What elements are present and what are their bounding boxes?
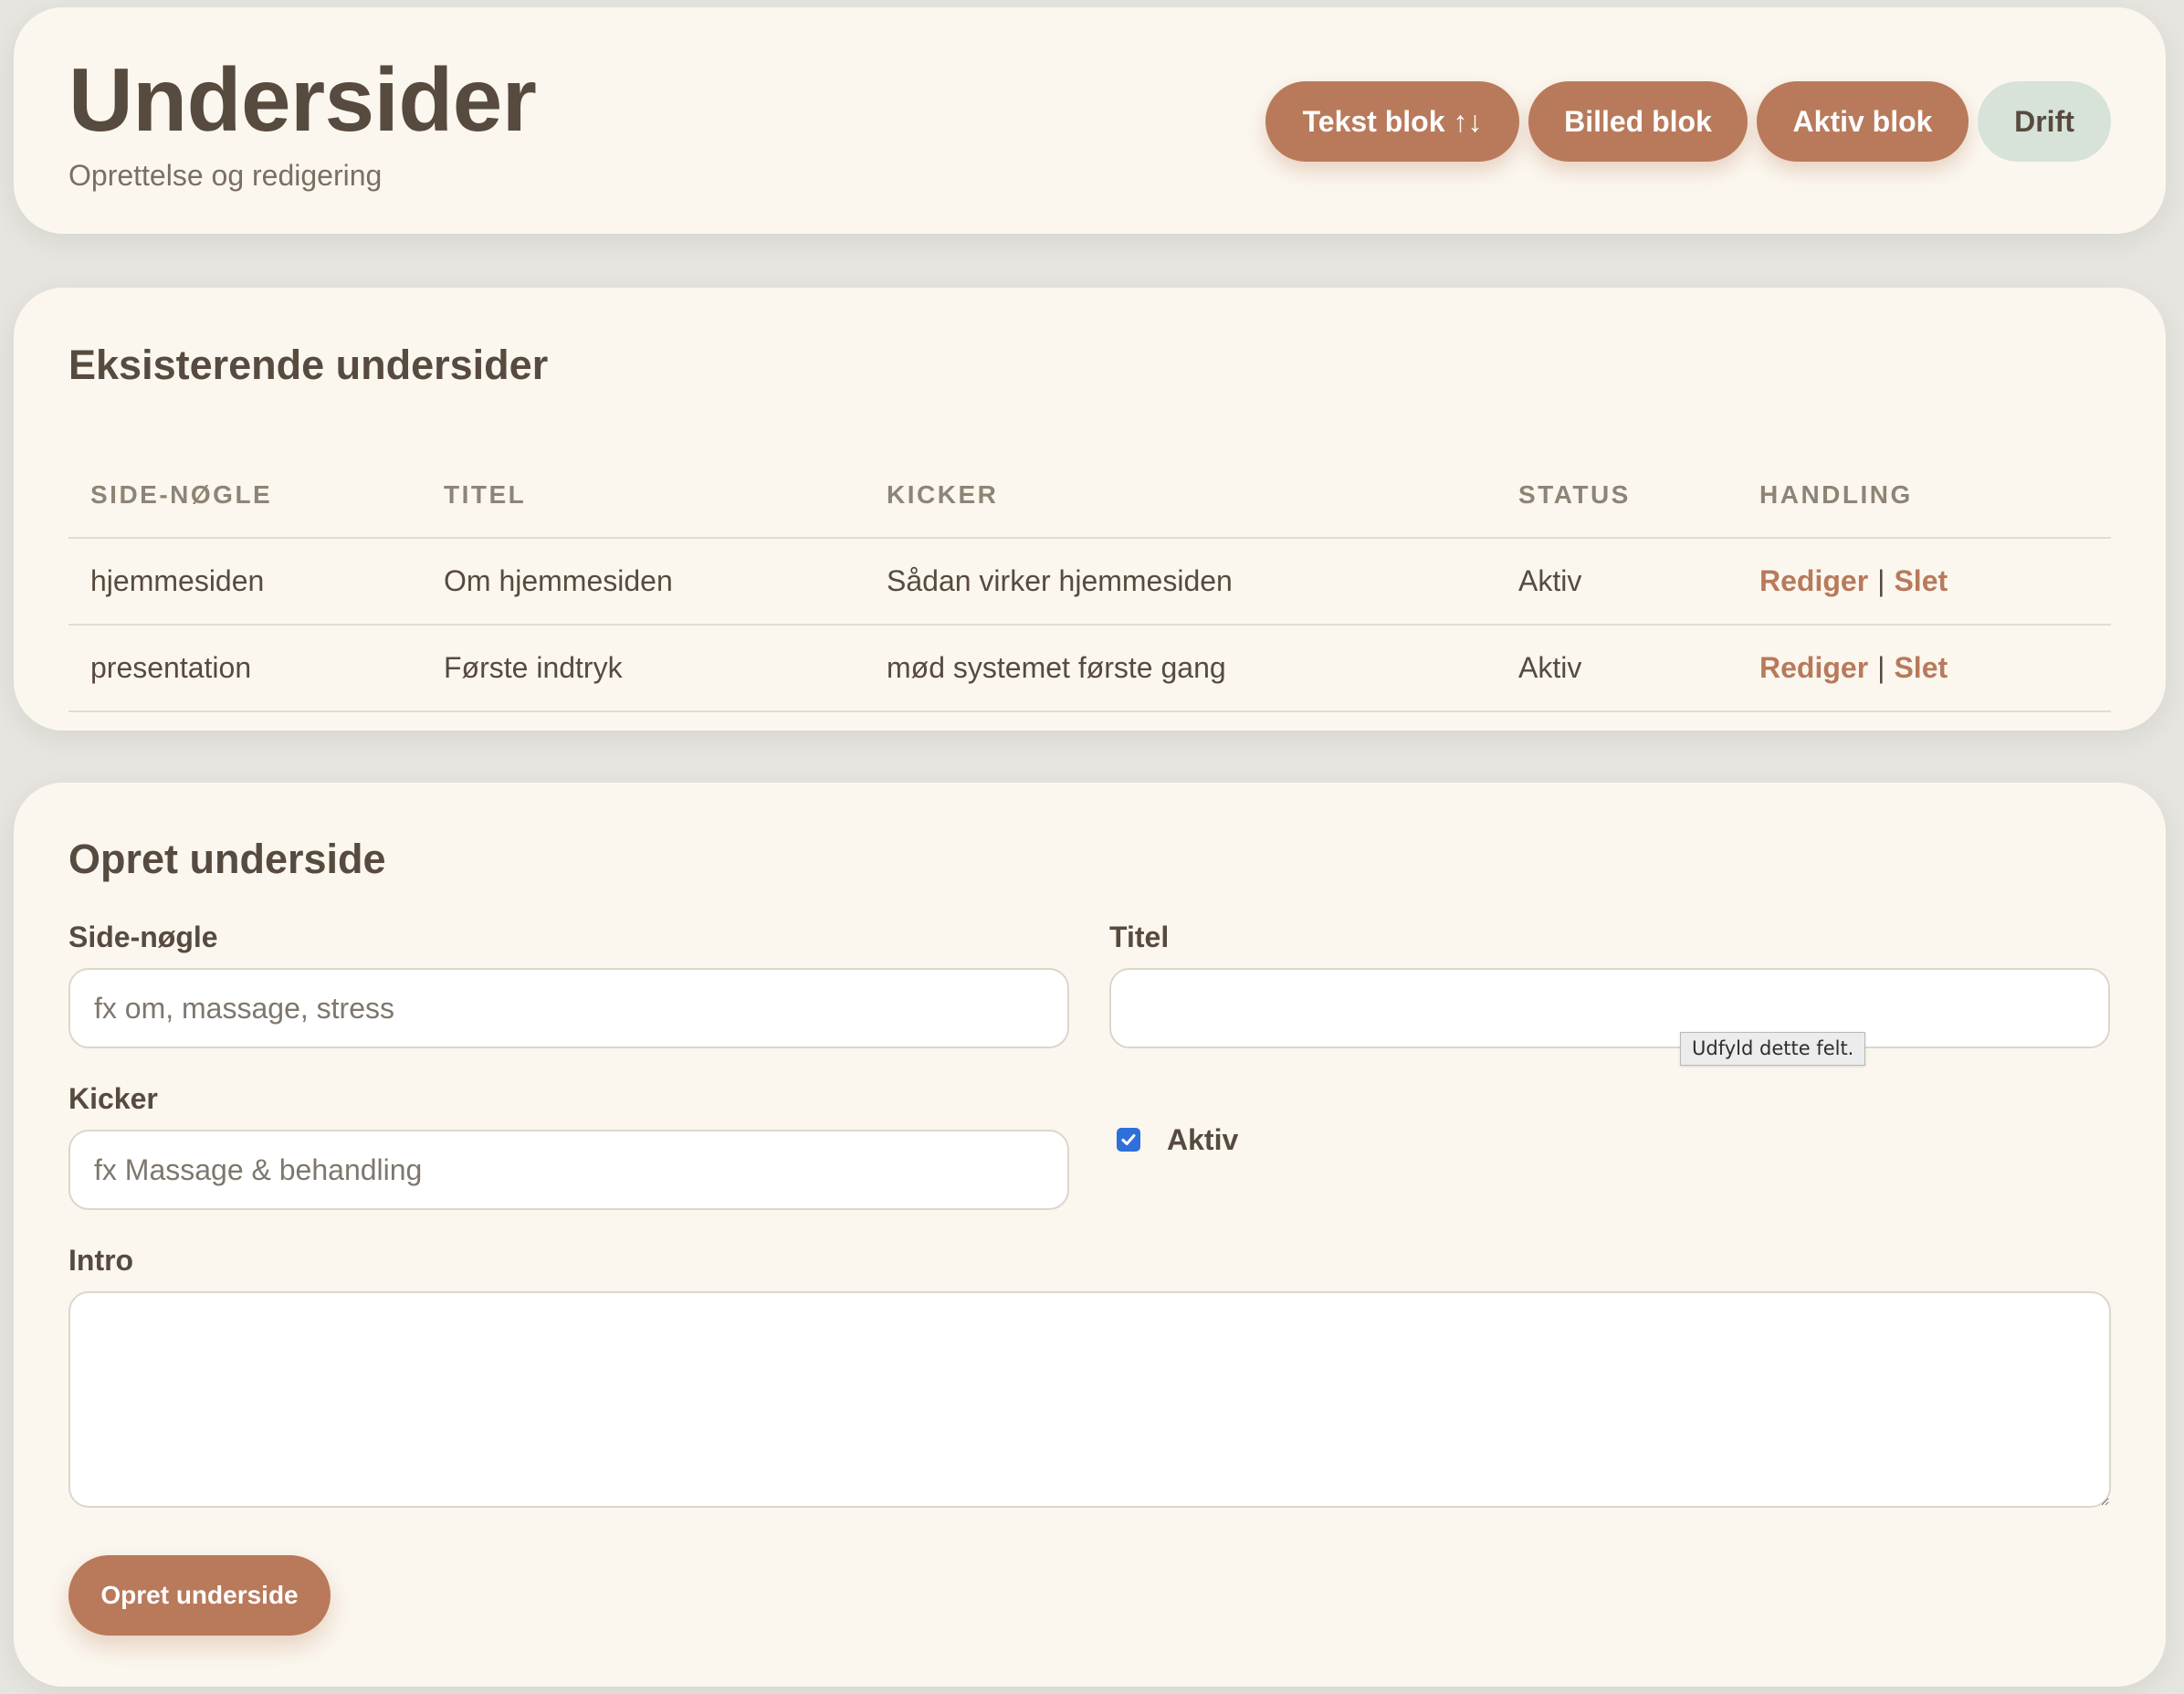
cell-key: presentation <box>68 625 422 712</box>
column-header-key: SIDE-NØGLE <box>68 452 422 539</box>
cell-actions: Rediger | Slet <box>1738 625 2111 712</box>
column-header-status: STATUS <box>1496 452 1738 539</box>
active-checkbox-row[interactable]: Aktiv <box>1117 1125 1238 1154</box>
table-header-row: SIDE-NØGLE TITEL KICKER STATUS HANDLING <box>68 452 2111 539</box>
intro-textarea[interactable] <box>68 1291 2111 1508</box>
cell-title: Om hjemmesiden <box>422 538 865 626</box>
nav-text-block-button[interactable]: Tekst blok ↑↓ <box>1265 81 1519 162</box>
nav-active-block-button[interactable]: Aktiv blok <box>1757 81 1969 162</box>
nav-image-block-button[interactable]: Billed blok <box>1528 81 1748 162</box>
title-label: Titel <box>1109 921 1170 953</box>
nav-bar: Tekst blok ↑↓ Billed blok Aktiv blok Dri… <box>1265 81 2111 162</box>
delete-link[interactable]: Slet <box>1894 564 1948 597</box>
nav-operations-button[interactable]: Drift <box>1978 81 2111 162</box>
section-title: Eksisterende undersider <box>68 342 549 388</box>
table-row: presentation Første indtryk mød systemet… <box>68 625 2111 712</box>
subpages-table: SIDE-NØGLE TITEL KICKER STATUS HANDLING … <box>68 452 2111 712</box>
key-input[interactable] <box>68 968 1069 1048</box>
active-checkbox[interactable] <box>1117 1128 1140 1152</box>
checkmark-icon <box>1121 1134 1136 1145</box>
column-header-action: HANDLING <box>1738 452 2111 539</box>
cell-kicker: mød systemet første gang <box>865 625 1496 712</box>
action-separator: | <box>1877 564 1885 597</box>
existing-subpages-card: Eksisterende undersider SIDE-NØGLE TITEL… <box>14 288 2166 731</box>
kicker-label: Kicker <box>68 1082 158 1115</box>
edit-link[interactable]: Rediger <box>1759 564 1868 597</box>
cell-title: Første indtryk <box>422 625 865 712</box>
active-checkbox-label[interactable]: Aktiv <box>1167 1125 1238 1154</box>
header-card: Undersider Oprettelse og redigering Teks… <box>14 7 2166 234</box>
table-row: hjemmesiden Om hjemmesiden Sådan virker … <box>68 538 2111 626</box>
action-separator: | <box>1877 651 1885 684</box>
create-subpage-card: Opret underside Side-nøgle Titel Udfyld … <box>14 783 2166 1687</box>
validation-tooltip: Udfyld dette felt. <box>1680 1032 1866 1066</box>
title-input[interactable] <box>1109 968 2110 1048</box>
cell-kicker: Sådan virker hjemmesiden <box>865 538 1496 626</box>
intro-label: Intro <box>68 1244 134 1277</box>
cell-status: Aktiv <box>1496 625 1738 712</box>
kicker-input[interactable] <box>68 1130 1069 1210</box>
create-subpage-button[interactable]: Opret underside <box>68 1555 331 1636</box>
page-title: Undersider <box>68 49 537 150</box>
column-header-kicker: KICKER <box>865 452 1496 539</box>
column-header-title: TITEL <box>422 452 865 539</box>
key-label: Side-nøgle <box>68 921 218 953</box>
cell-actions: Rediger | Slet <box>1738 538 2111 626</box>
page-subtitle: Oprettelse og redigering <box>68 159 383 192</box>
cell-key: hjemmesiden <box>68 538 422 626</box>
cell-status: Aktiv <box>1496 538 1738 626</box>
section-title: Opret underside <box>68 836 386 882</box>
edit-link[interactable]: Rediger <box>1759 651 1868 684</box>
delete-link[interactable]: Slet <box>1894 651 1948 684</box>
